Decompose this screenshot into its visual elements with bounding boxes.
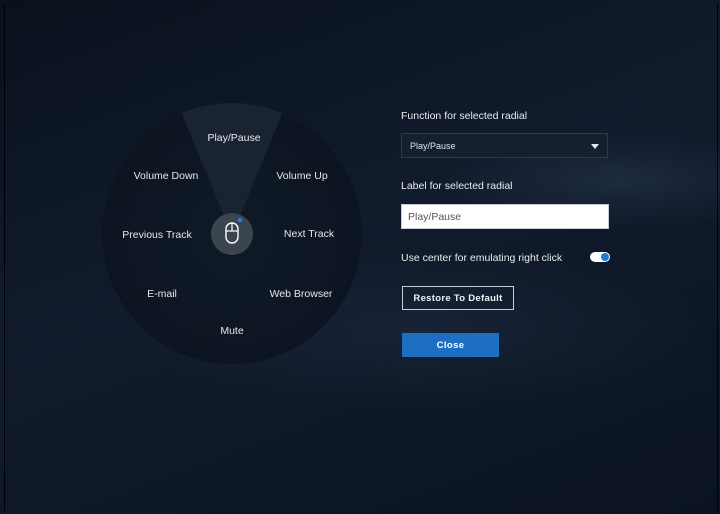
radial-segment-volume-up[interactable]: Volume Up <box>276 170 328 182</box>
radial-segment-mute[interactable]: Mute <box>220 325 244 337</box>
radial-segment-next-track[interactable]: Next Track <box>284 228 335 240</box>
function-select-value: Play/Pause <box>410 141 456 151</box>
restore-default-button[interactable]: Restore To Default <box>402 286 514 310</box>
radial-center-button[interactable] <box>211 213 253 255</box>
function-label: Function for selected radial <box>401 110 528 122</box>
center-right-click-label: Use center for emulating right click <box>401 252 563 264</box>
radial-segment-volume-down[interactable]: Volume Down <box>134 170 199 182</box>
radial-segment-web-browser[interactable]: Web Browser <box>270 288 333 300</box>
toggle-knob <box>601 253 609 261</box>
function-select[interactable]: Play/Pause <box>401 133 608 158</box>
selection-dot <box>237 217 243 223</box>
radial-segment-previous-track[interactable]: Previous Track <box>122 229 192 241</box>
radial-segment-email[interactable]: E-mail <box>147 288 177 300</box>
center-right-click-toggle[interactable] <box>590 252 610 262</box>
chevron-down-icon <box>591 144 599 149</box>
close-button[interactable]: Close <box>402 333 499 357</box>
radial-name-label: Label for selected radial <box>401 180 513 192</box>
radial-name-input[interactable] <box>401 204 609 229</box>
radial-menu: Play/Pause Volume Up Next Track Web Browser… <box>102 102 362 364</box>
radial-segment-play-pause[interactable]: Play/Pause <box>207 132 260 144</box>
